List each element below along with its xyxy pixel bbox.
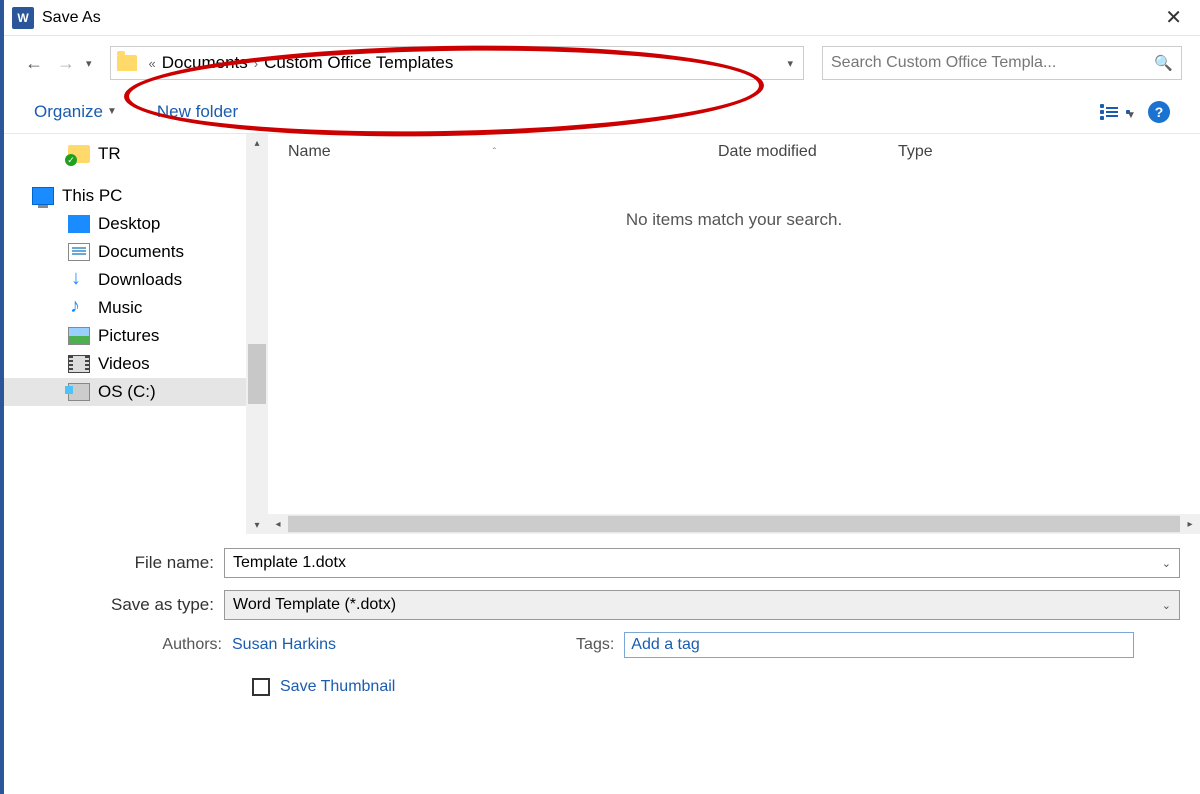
sidebar-item-label: This PC xyxy=(62,186,122,206)
scroll-right-icon[interactable]: ▸ xyxy=(1180,514,1200,534)
savetype-select[interactable]: Word Template (*.dotx) ⌄ xyxy=(224,590,1180,620)
breadcrumb-current[interactable]: Custom Office Templates xyxy=(264,53,453,73)
sidebar-item-label: Downloads xyxy=(98,270,182,290)
sidebar-item-music[interactable]: Music xyxy=(4,294,268,322)
word-icon: W xyxy=(12,7,34,29)
column-date[interactable]: Date modified xyxy=(718,143,898,161)
navigation-bar: ← → ▾ « Documents › Custom Office Templa… xyxy=(4,36,1200,90)
horizontal-scrollbar[interactable]: ◂ ▸ xyxy=(268,514,1200,534)
sidebar-item-tr[interactable]: TR xyxy=(4,140,268,168)
sort-asc-icon: ˆ xyxy=(493,147,496,158)
history-dropdown[interactable]: ▾ xyxy=(86,57,92,70)
savetype-value: Word Template (*.dotx) xyxy=(233,596,396,614)
desktop-icon xyxy=(68,215,90,233)
music-icon xyxy=(68,299,90,317)
column-name-label: Name xyxy=(288,143,331,161)
authors-label: Authors: xyxy=(142,636,222,654)
titlebar: W Save As ✕ xyxy=(4,0,1200,36)
savetype-label: Save as type: xyxy=(24,595,224,615)
save-thumbnail-label[interactable]: Save Thumbnail xyxy=(280,678,395,696)
column-date-label: Date modified xyxy=(718,143,817,160)
toolbar: Organize ▼ New folder ▼ ? xyxy=(4,90,1200,134)
filename-input[interactable]: Template 1.dotx ⌄ xyxy=(224,548,1180,578)
filename-value: Template 1.dotx xyxy=(233,554,346,572)
save-form: File name: Template 1.dotx ⌄ Save as typ… xyxy=(4,534,1200,696)
back-button[interactable]: ← xyxy=(22,51,46,75)
main-area: TR This PC Desktop Documents Downloads M… xyxy=(4,134,1200,534)
scroll-up-icon[interactable]: ▴ xyxy=(246,134,268,152)
chevron-down-icon[interactable]: ▾ xyxy=(787,57,793,70)
drive-icon xyxy=(68,383,90,401)
new-folder-button[interactable]: New folder xyxy=(157,102,238,122)
save-thumbnail-checkbox[interactable] xyxy=(252,678,270,696)
sidebar-item-videos[interactable]: Videos xyxy=(4,350,268,378)
tags-input[interactable]: Add a tag xyxy=(624,632,1134,658)
sidebar-item-documents[interactable]: Documents xyxy=(4,238,268,266)
pictures-icon xyxy=(68,327,90,345)
sidebar-item-label: Desktop xyxy=(98,214,160,234)
monitor-icon xyxy=(32,187,54,205)
sidebar-scrollbar[interactable]: ▴ ▾ xyxy=(246,134,268,534)
folder-check-icon xyxy=(68,145,90,163)
scroll-down-icon[interactable]: ▾ xyxy=(246,516,268,534)
chevron-down-icon[interactable]: ⌄ xyxy=(1162,557,1171,570)
chevron-right-icon: › xyxy=(254,56,258,71)
authors-value[interactable]: Susan Harkins xyxy=(232,636,336,654)
breadcrumb-prefix: « xyxy=(149,56,156,71)
sidebar-item-label: Music xyxy=(98,298,142,318)
sidebar-item-downloads[interactable]: Downloads xyxy=(4,266,268,294)
scrollbar-thumb[interactable] xyxy=(248,344,266,404)
file-list: Name ˆ Date modified Type No items match … xyxy=(268,134,1200,534)
new-folder-label: New folder xyxy=(157,102,238,122)
forward-button[interactable]: → xyxy=(54,51,78,75)
search-input[interactable]: Search Custom Office Templa... 🔍 xyxy=(822,46,1182,80)
column-name[interactable]: Name ˆ xyxy=(288,143,718,161)
column-headers: Name ˆ Date modified Type xyxy=(268,134,1200,170)
breadcrumb-parent[interactable]: Documents xyxy=(162,53,248,73)
sidebar-item-desktop[interactable]: Desktop xyxy=(4,210,268,238)
documents-icon xyxy=(68,243,90,261)
sidebar-item-label: Documents xyxy=(98,242,184,262)
help-button[interactable]: ? xyxy=(1148,101,1170,123)
sidebar-item-os-c[interactable]: OS (C:) xyxy=(4,378,268,406)
search-icon: 🔍 xyxy=(1154,54,1173,72)
sidebar-item-label: TR xyxy=(98,144,121,164)
scrollbar-thumb[interactable] xyxy=(288,516,1180,532)
sidebar-item-this-pc[interactable]: This PC xyxy=(4,182,268,210)
breadcrumb[interactable]: « Documents › Custom Office Templates ▾ xyxy=(110,46,804,80)
videos-icon xyxy=(68,355,90,373)
view-options-button[interactable]: ▼ xyxy=(1100,104,1130,120)
sidebar-item-pictures[interactable]: Pictures xyxy=(4,322,268,350)
caret-down-icon: ▼ xyxy=(1126,110,1130,114)
column-type[interactable]: Type xyxy=(898,143,1180,161)
sidebar-item-label: Videos xyxy=(98,354,150,374)
scroll-left-icon[interactable]: ◂ xyxy=(268,514,288,534)
column-type-label: Type xyxy=(898,143,933,160)
search-placeholder: Search Custom Office Templa... xyxy=(831,54,1056,72)
tags-placeholder: Add a tag xyxy=(631,636,700,654)
tags-label: Tags: xyxy=(576,636,614,654)
close-button[interactable]: ✕ xyxy=(1155,1,1192,34)
scrollbar-track[interactable] xyxy=(288,515,1180,533)
sidebar-item-label: OS (C:) xyxy=(98,382,156,402)
organize-button[interactable]: Organize ▼ xyxy=(34,102,117,122)
window-title: Save As xyxy=(42,9,101,27)
sidebar: TR This PC Desktop Documents Downloads M… xyxy=(4,134,268,534)
organize-label: Organize xyxy=(34,102,103,122)
filename-label: File name: xyxy=(24,553,224,573)
sidebar-item-label: Pictures xyxy=(98,326,159,346)
empty-message: No items match your search. xyxy=(268,210,1200,230)
caret-down-icon: ▼ xyxy=(107,106,117,117)
download-icon xyxy=(68,271,90,289)
folder-icon xyxy=(117,55,137,71)
chevron-down-icon: ⌄ xyxy=(1162,599,1171,612)
